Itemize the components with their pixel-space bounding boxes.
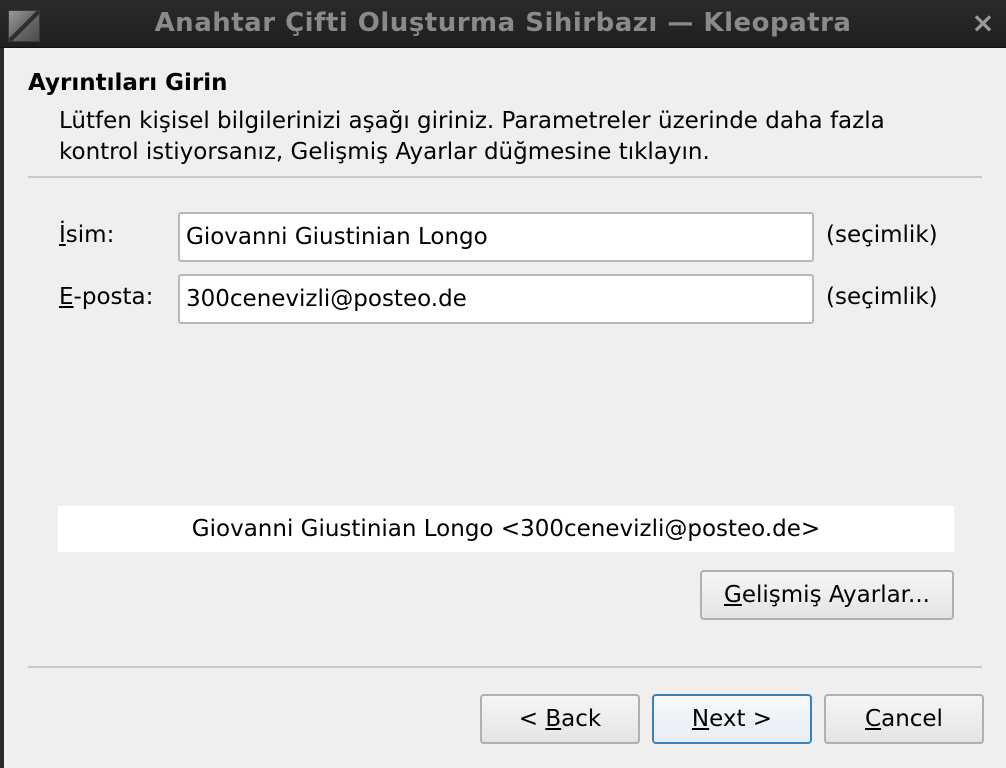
cancel-label: ancel (881, 706, 943, 732)
close-icon[interactable]: × (968, 8, 998, 38)
email-label-text: -posta: (73, 284, 154, 310)
next-label: ext > (709, 706, 773, 732)
name-label-text: sim: (65, 222, 115, 248)
wizard-dialog: Ayrıntıları Girin Lütfen kişisel bilgile… (4, 48, 1006, 768)
top-separator (28, 176, 982, 178)
advanced-settings-button[interactable]: Gelişmiş Ayarlar... (700, 570, 954, 620)
name-label: İsim: (59, 222, 114, 248)
next-mnemonic: N (691, 706, 710, 732)
email-optional-hint: (seçimlik) (826, 284, 938, 310)
email-label: E-posta: (59, 284, 153, 310)
user-id-preview: Giovanni Giustinian Longo <300cenevizli@… (58, 506, 954, 552)
cancel-button[interactable]: Cancel (824, 694, 984, 744)
cancel-mnemonic: C (865, 706, 882, 732)
name-label-mnemonic: İ (59, 222, 66, 248)
window-title: Anahtar Çifti Oluşturma Sihirbazı — Kleo… (154, 8, 852, 38)
email-input[interactable] (178, 274, 814, 324)
advanced-label: elişmiş Ayarlar... (741, 582, 930, 608)
back-label: ack (561, 706, 602, 732)
advanced-mnemonic: G (724, 582, 742, 608)
back-button[interactable]: < Back (480, 694, 640, 744)
bottom-separator (28, 666, 982, 668)
email-label-mnemonic: E (59, 284, 74, 310)
name-input[interactable] (178, 212, 814, 262)
page-subtitle: Lütfen kişisel bilgilerinizi aşağı girin… (59, 108, 885, 165)
back-mnemonic: B (545, 706, 562, 732)
back-prefix: < (518, 706, 546, 732)
page-heading: Ayrıntıları Girin (28, 70, 228, 96)
next-button[interactable]: Next > (652, 694, 812, 744)
app-icon[interactable] (8, 10, 40, 42)
title-bar: Anahtar Çifti Oluşturma Sihirbazı — Kleo… (0, 0, 1006, 48)
name-optional-hint: (seçimlik) (826, 222, 938, 248)
